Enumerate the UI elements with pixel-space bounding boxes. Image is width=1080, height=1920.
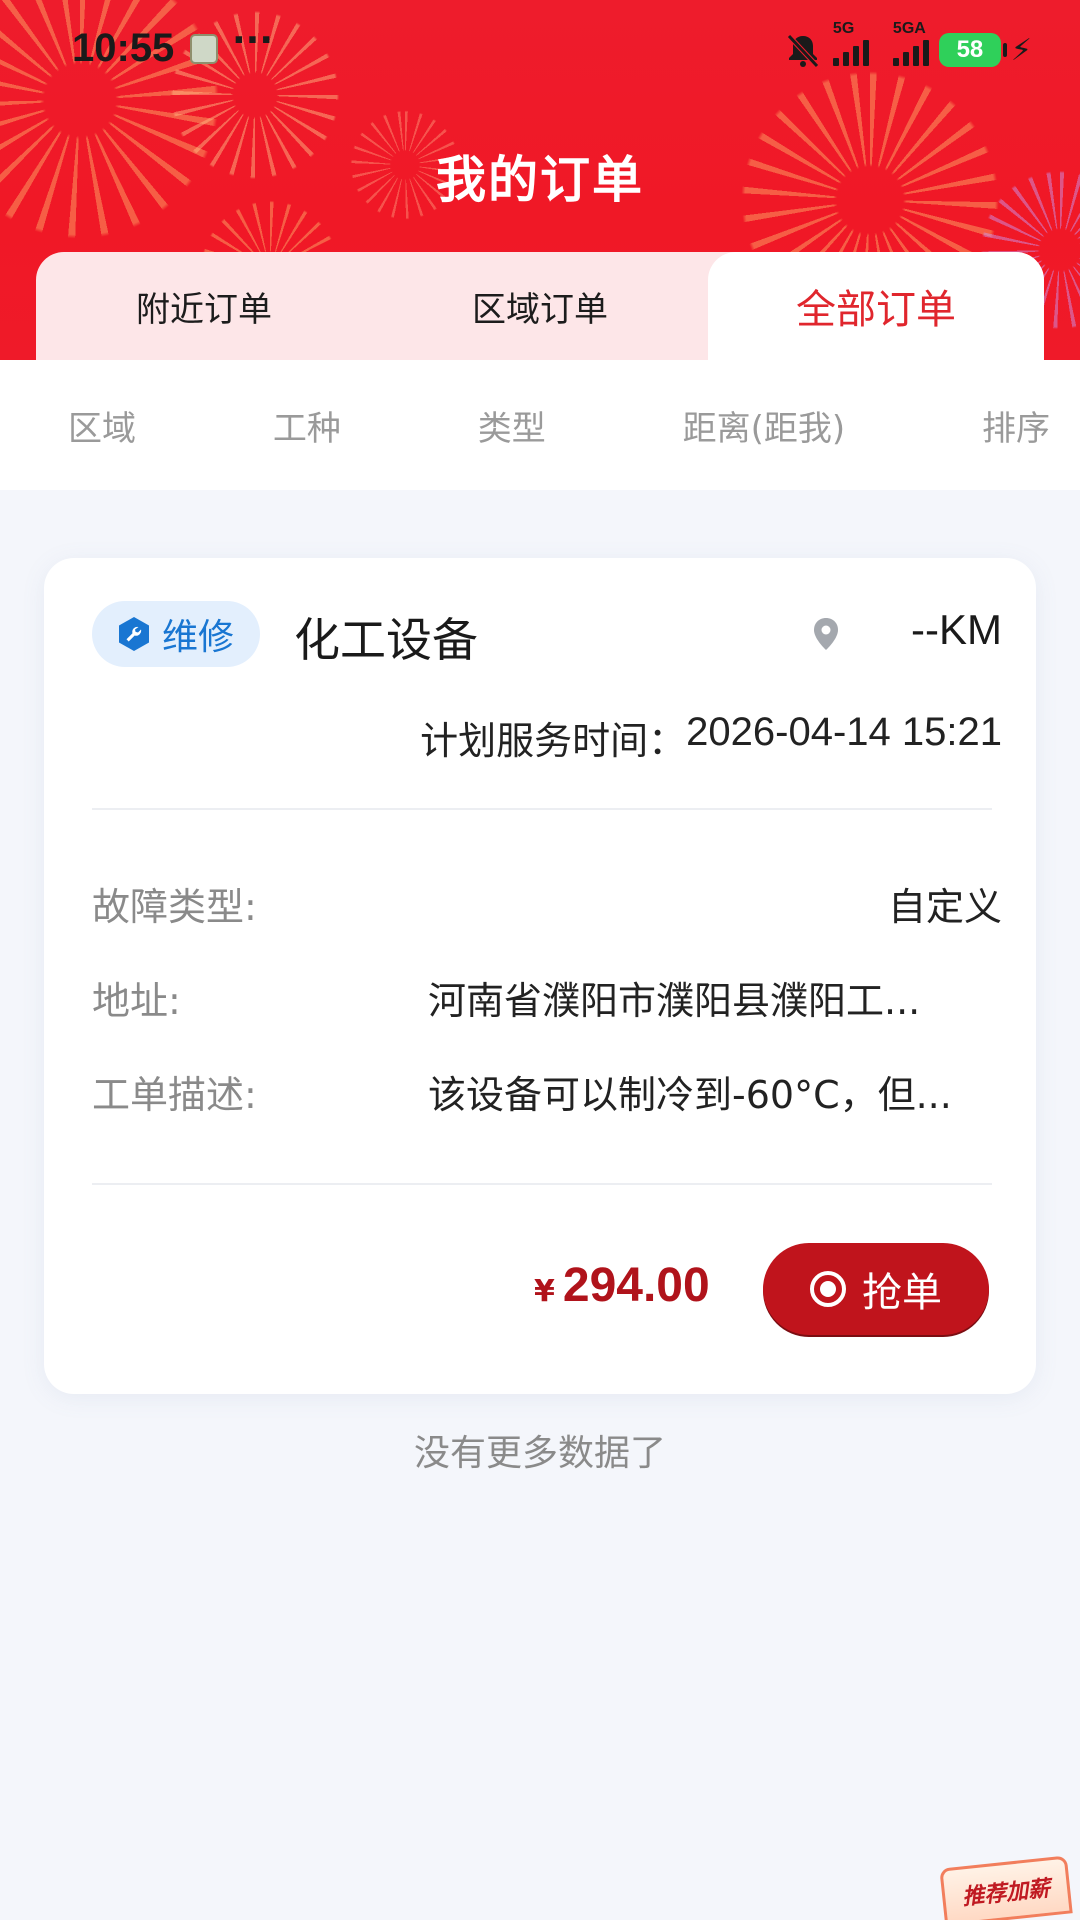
signal-5ga-icon: 5GA (892, 20, 929, 66)
app-notification-icon (190, 34, 218, 64)
grab-order-label: 抢单 (862, 1270, 942, 1316)
order-price: ¥ 294.00 (534, 1258, 710, 1313)
price-value: 294.00 (562, 1259, 710, 1312)
scheduled-time-value: 2026-04-14 15:21 (686, 710, 1002, 754)
scheduled-time-label: 计划服务时间： (420, 719, 687, 763)
order-distance: --KM (911, 606, 1002, 653)
description-value: 该设备可以制冷到-60°C，但... (428, 1073, 952, 1117)
wrench-icon (119, 617, 149, 651)
mute-icon (783, 30, 823, 70)
filter-bar: 区域 工种 类型 距离(距我) 排序 (0, 360, 1080, 490)
filter-trade[interactable]: 工种 (273, 401, 341, 450)
signal-5g-icon: 5G (832, 20, 869, 66)
description-label: 工单描述: (92, 1073, 257, 1117)
signal-5ga-label: 5GA (892, 20, 926, 37)
tab-nearby-orders[interactable]: 附近订单 (36, 252, 372, 360)
status-bar: 10:55 ··· 5G 5GA 58 ⚡ (0, 0, 1080, 100)
divider (92, 1183, 992, 1185)
status-time: 10:55 (72, 26, 175, 70)
filter-distance[interactable]: 距离(距我) (683, 401, 846, 450)
header-banner: 10:55 ··· 5G 5GA 58 ⚡ 我的订单 附近订单 区域订单 全部订… (0, 0, 1080, 360)
currency-symbol: ¥ (534, 1274, 555, 1309)
filter-sort[interactable]: 排序 (982, 401, 1050, 450)
fault-type-value: 自定义 (887, 885, 1002, 929)
grab-order-button[interactable]: 抢单 (763, 1243, 989, 1335)
order-card[interactable]: 维修 化工设备 --KM 计划服务时间： 2026-04-14 15:21 故障… (44, 558, 1036, 1394)
address-value: 河南省濮阳市濮阳县濮阳工... (428, 979, 921, 1023)
page-title: 我的订单 (436, 151, 644, 209)
order-tabs: 附近订单 区域订单 全部订单 (36, 252, 1044, 360)
status-indicators: 5G 5GA 58 ⚡ (783, 20, 1032, 72)
order-title: 化工设备 (294, 613, 478, 667)
location-pin-icon (814, 618, 838, 650)
order-page: 10:55 ··· 5G 5GA 58 ⚡ 我的订单 附近订单 区域订单 全部订… (0, 0, 1080, 1920)
service-type-label: 维修 (162, 617, 235, 658)
scheduled-time: 计划服务时间： 2026-04-14 15:21 (420, 710, 1002, 765)
target-icon (810, 1271, 846, 1307)
tab-all-orders[interactable]: 全部订单 (708, 252, 1044, 360)
fault-type-label: 故障类型: (92, 885, 257, 929)
promo-label: 推荐加薪 (961, 1876, 1052, 1911)
service-type-tag: 维修 (92, 601, 260, 667)
signal-5g-label: 5G (832, 20, 855, 37)
more-notifications-icon: ··· (232, 20, 274, 61)
filter-type[interactable]: 类型 (478, 401, 546, 450)
promo-floating-button[interactable]: 推荐加薪 (939, 1855, 1073, 1920)
filter-area[interactable]: 区域 (68, 401, 136, 450)
tab-area-orders[interactable]: 区域订单 (372, 252, 708, 360)
divider (92, 808, 992, 810)
charging-icon: ⚡ (1010, 32, 1032, 68)
address-label: 地址: (92, 979, 181, 1023)
battery-icon: 58 (938, 33, 1007, 67)
no-more-data-text: 没有更多数据了 (413, 1433, 666, 1474)
